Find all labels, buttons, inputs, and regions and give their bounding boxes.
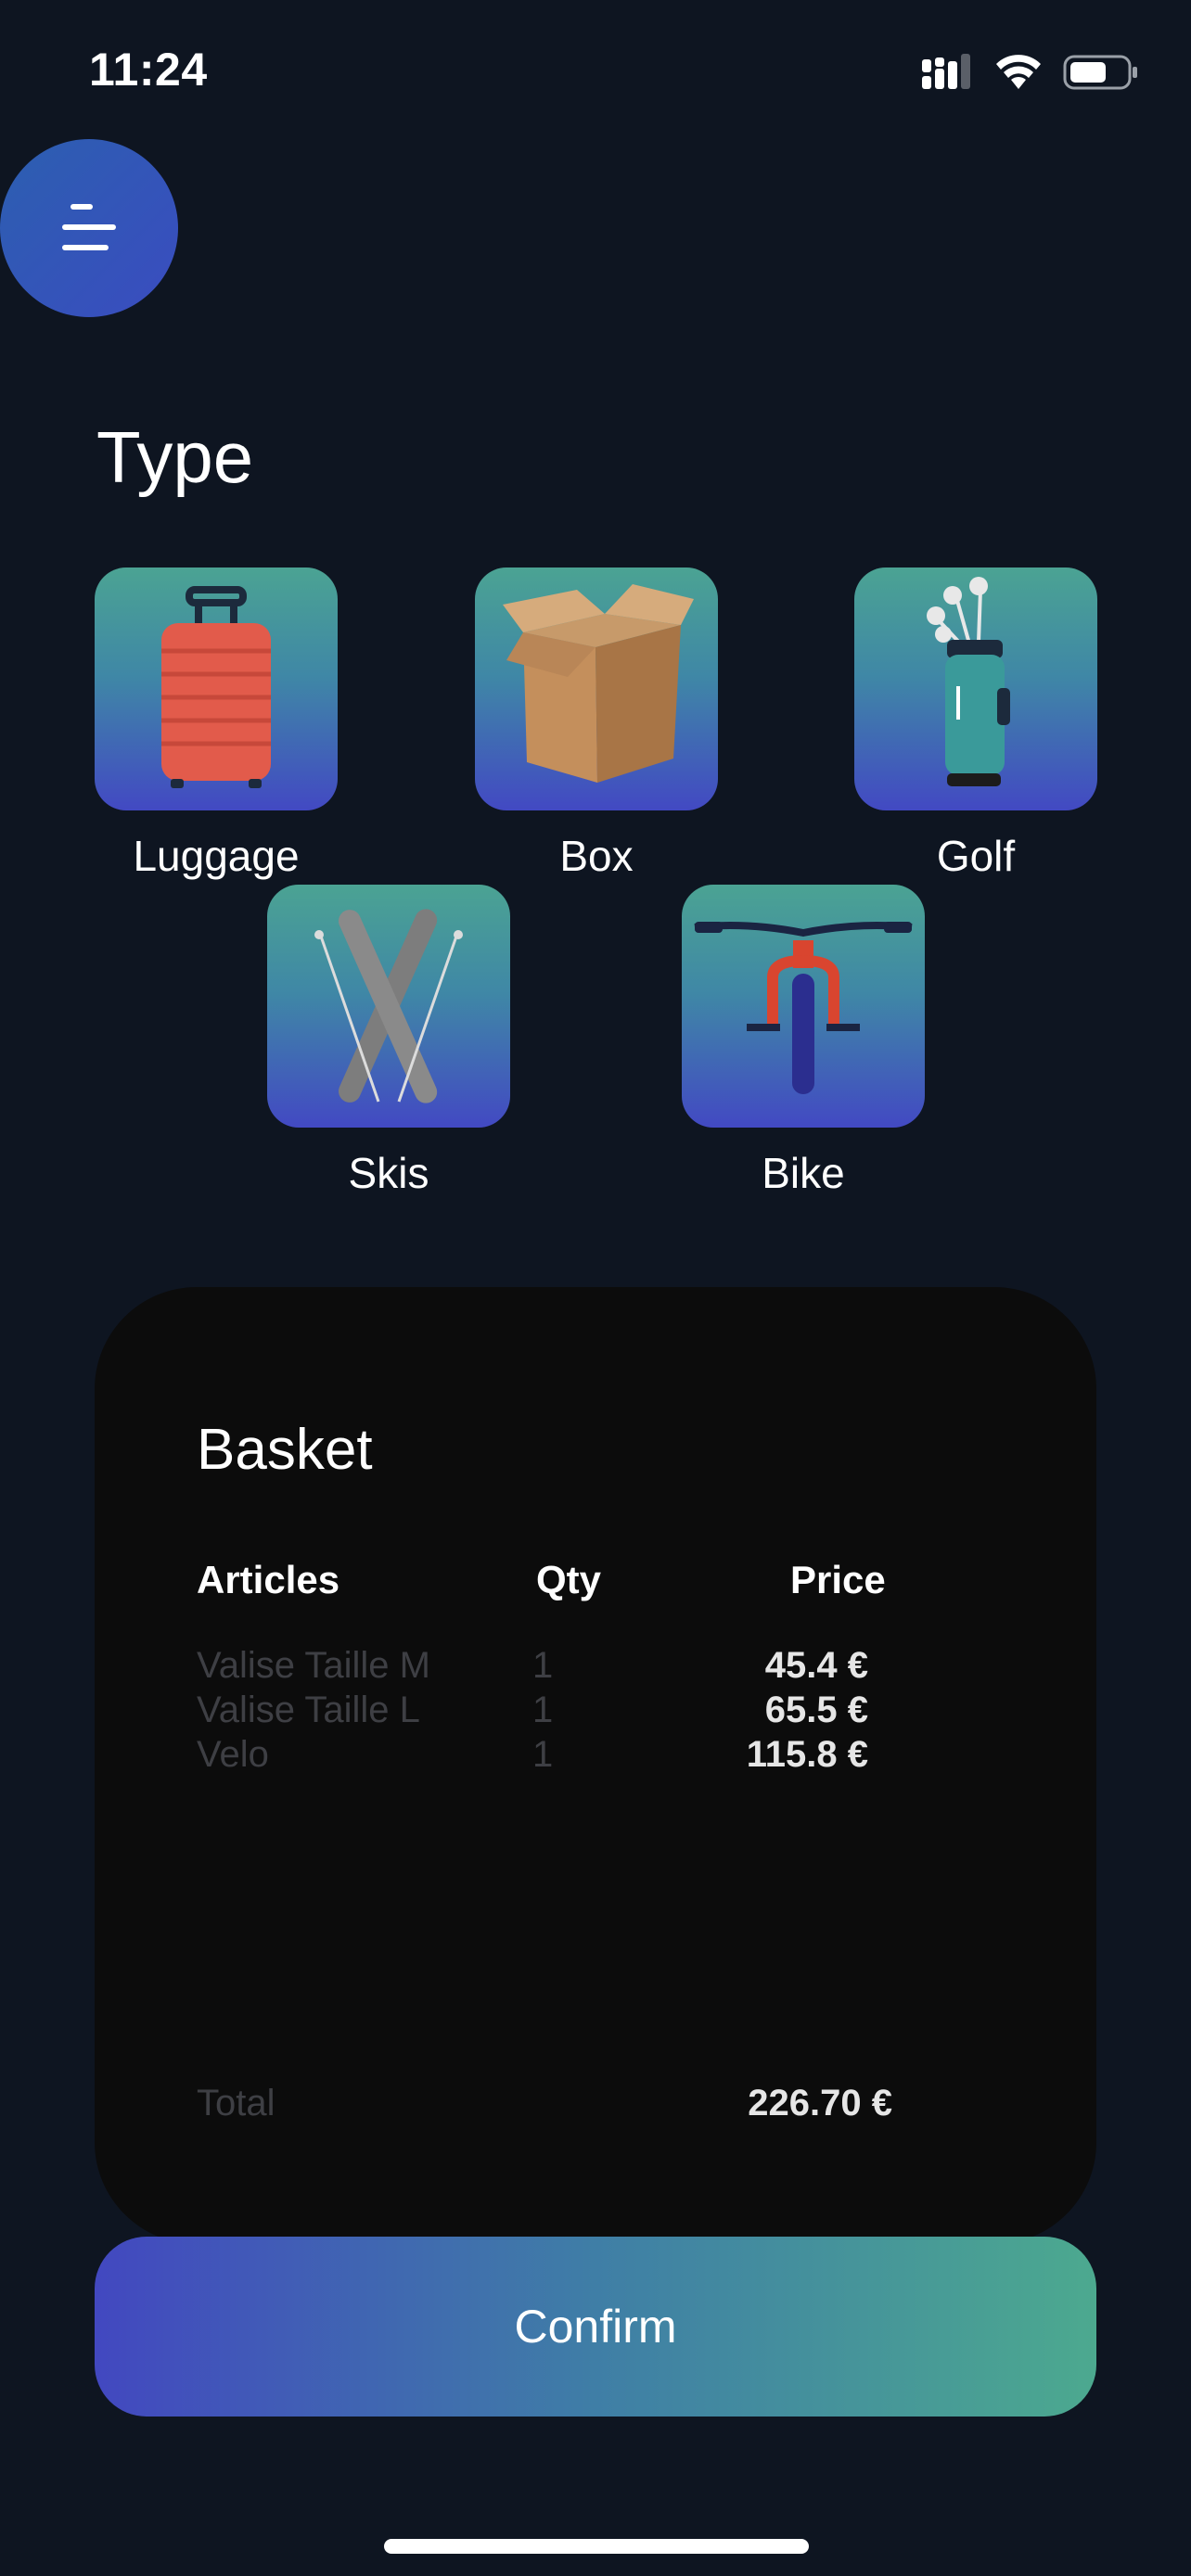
basket-card: Basket Articles Qty Price Valise Taille … <box>95 1287 1096 2244</box>
item-price: 65.5 € <box>764 1690 868 1730</box>
box-icon <box>503 584 694 783</box>
menu-icon <box>62 204 116 250</box>
item-article: Velo <box>197 1734 269 1775</box>
bike-icon <box>694 922 913 1094</box>
type-label-skis: Skis <box>348 1149 429 1197</box>
header-price: Price <box>790 1558 886 1601</box>
item-article: Valise Taille M <box>197 1645 430 1686</box>
type-tile-luggage[interactable] <box>95 567 338 810</box>
signal-icon <box>922 54 970 89</box>
home-indicator <box>384 2539 809 2554</box>
total-label: Total <box>197 2083 275 2123</box>
type-tile-skis[interactable] <box>267 885 510 1128</box>
status-time: 11:24 <box>89 44 208 96</box>
type-label-bike: Bike <box>762 1149 845 1197</box>
menu-button[interactable] <box>0 139 178 317</box>
wifi-icon <box>996 55 1041 89</box>
type-tile-golf[interactable] <box>854 567 1097 810</box>
type-tile-bike[interactable] <box>682 885 925 1128</box>
skis-icon <box>314 909 463 1103</box>
confirm-button[interactable]: Confirm <box>95 2237 1096 2417</box>
status-icons <box>920 52 1139 93</box>
type-label-luggage: Luggage <box>133 832 300 880</box>
item-article: Valise Taille L <box>197 1690 420 1730</box>
basket-title: Basket <box>197 1418 373 1482</box>
header-qty: Qty <box>536 1558 602 1601</box>
battery-icon <box>1063 55 1137 90</box>
total-value: 226.70 € <box>748 2083 892 2123</box>
type-label-box: Box <box>559 832 634 880</box>
item-qty: 1 <box>532 1645 554 1686</box>
type-tile-box[interactable] <box>475 567 718 810</box>
header-articles: Articles <box>197 1558 340 1601</box>
item-price: 45.4 € <box>764 1645 868 1686</box>
item-qty: 1 <box>532 1734 554 1775</box>
luggage-icon <box>161 586 271 788</box>
type-label-golf: Golf <box>936 832 1016 880</box>
page-title: Type <box>96 416 254 498</box>
item-qty: 1 <box>532 1690 554 1730</box>
golf-bag-icon <box>927 577 1010 786</box>
item-price: 115.8 € <box>746 1734 868 1775</box>
